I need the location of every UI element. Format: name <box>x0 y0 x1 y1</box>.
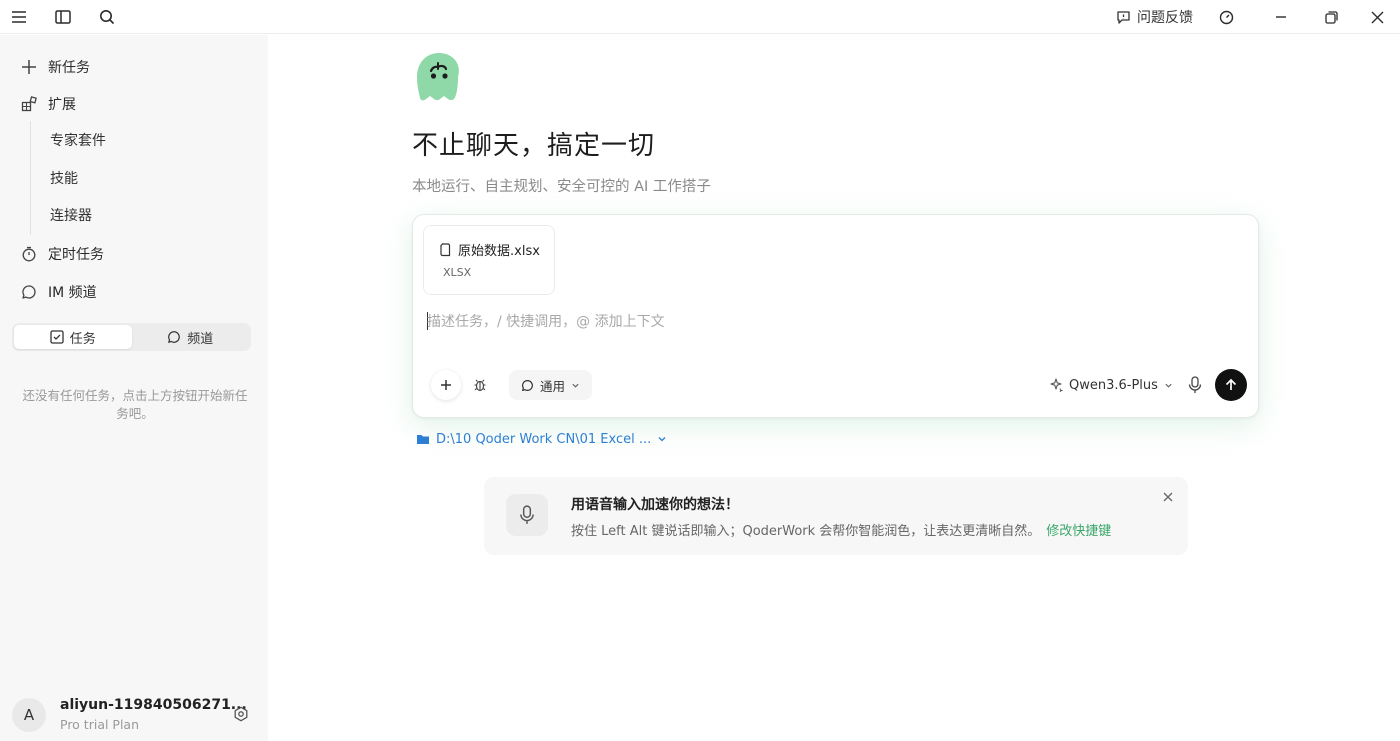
plus-icon <box>440 379 452 391</box>
task-composer: 原始数据.xlsx XLSX 通用 <box>412 214 1259 418</box>
file-icon <box>438 242 452 257</box>
chevron-down-icon <box>571 381 580 390</box>
attachment-type: XLSX <box>443 266 472 279</box>
sidebar-item-scheduled[interactable]: 定时任务 <box>20 242 104 266</box>
timer-icon <box>20 245 38 263</box>
page-subtitle: 本地运行、自主规划、安全可控的 AI 工作搭子 <box>412 179 711 195</box>
attachment-card[interactable]: 原始数据.xlsx XLSX <box>423 225 555 295</box>
tip-title: 用语音输入加速你的想法！ <box>571 497 739 513</box>
sidebar-item-connectors[interactable]: 连接器 <box>50 205 92 227</box>
add-button[interactable] <box>431 370 461 400</box>
user-name: aliyun-119840506271... <box>60 697 247 713</box>
sidebar-tab-switch: 任务 频道 <box>12 323 251 351</box>
checkbox-icon <box>50 330 64 344</box>
model-selector[interactable]: Qwen3.6-Plus <box>1049 373 1173 397</box>
title-bar: 问题反馈 <box>0 0 1400 34</box>
sidebar: 新任务 扩展 专家套件 技能 连接器 定时任务 IM 频道 任务 频道 还没有任… <box>0 35 268 741</box>
attachment-name-row: 原始数据.xlsx <box>438 240 540 259</box>
sidebar-item-new-task[interactable]: 新任务 <box>20 55 90 79</box>
tip-body-row: 按住 Left Alt 键说话即输入；QoderWork 会帮你智能润色，让表达… <box>571 520 1111 539</box>
send-button[interactable] <box>1215 369 1247 401</box>
minimize-icon[interactable] <box>1258 0 1304 34</box>
sparkle-icon <box>1049 378 1063 392</box>
mode-selector[interactable]: 通用 <box>509 370 593 400</box>
sidebar-item-extensions[interactable]: 扩展 <box>20 92 76 116</box>
sidebar-item-im-channel[interactable]: IM 频道 <box>20 280 97 304</box>
sidebar-item-label: IM 频道 <box>48 285 97 301</box>
chevron-down-icon <box>657 434 667 444</box>
chevron-down-icon <box>1164 381 1173 390</box>
tab-label: 频道 <box>187 331 214 347</box>
sidebar-item-expert-kit[interactable]: 专家套件 <box>50 130 106 152</box>
tab-channels[interactable]: 频道 <box>132 325 250 349</box>
sidebar-item-skills[interactable]: 技能 <box>50 168 78 190</box>
change-shortcut-link[interactable]: 修改快捷键 <box>1046 524 1111 539</box>
voice-input-button[interactable] <box>1183 373 1207 397</box>
extension-icon <box>20 95 38 113</box>
plus-icon <box>20 58 38 76</box>
tip-body: 按住 Left Alt 键说话即输入；QoderWork 会帮你智能润色，让表达… <box>571 524 1041 539</box>
microphone-icon <box>506 494 548 536</box>
mode-label: 通用 <box>540 378 566 394</box>
feedback-button[interactable]: 问题反馈 <box>1116 6 1193 28</box>
user-profile[interactable]: A aliyun-119840506271... Pro trial Plan <box>12 695 262 735</box>
search-icon[interactable] <box>95 5 119 29</box>
debug-button[interactable] <box>465 370 495 400</box>
gauge-icon[interactable] <box>1214 5 1238 29</box>
user-plan: Pro trial Plan <box>60 717 140 732</box>
chat-icon <box>521 379 534 392</box>
workspace-path-selector[interactable]: D:\10 Qoder Work CN\01 Excel ... <box>416 429 667 449</box>
model-label: Qwen3.6-Plus <box>1069 377 1158 393</box>
sidebar-item-label: 新任务 <box>48 60 90 76</box>
voice-input-tip: 用语音输入加速你的想法！ 按住 Left Alt 键说话即输入；QoderWor… <box>484 477 1188 555</box>
feedback-icon <box>1116 10 1131 25</box>
arrow-up-icon <box>1224 378 1238 392</box>
tab-tasks[interactable]: 任务 <box>14 325 132 349</box>
close-icon[interactable] <box>1160 489 1176 505</box>
restore-icon[interactable] <box>1308 0 1354 34</box>
tab-label: 任务 <box>69 331 96 347</box>
bug-icon <box>473 378 487 392</box>
close-icon[interactable] <box>1354 0 1400 34</box>
sidebar-toggle-icon[interactable] <box>51 5 75 29</box>
attachment-name: 原始数据.xlsx <box>458 244 540 259</box>
settings-icon[interactable] <box>232 705 250 723</box>
page-title: 不止聊天，搞定一切 <box>412 131 656 161</box>
task-input[interactable] <box>427 311 1227 333</box>
empty-tasks-hint: 还没有任何任务，点击上方按钮开始新任务吧。 <box>22 388 248 421</box>
folder-icon <box>416 433 430 445</box>
sidebar-item-label: 定时任务 <box>48 247 104 263</box>
app-logo <box>414 51 464 103</box>
feedback-label: 问题反馈 <box>1137 10 1193 26</box>
avatar[interactable]: A <box>12 698 46 732</box>
sidebar-item-label: 扩展 <box>48 97 76 113</box>
menu-icon[interactable] <box>7 5 31 29</box>
chat-icon <box>167 330 181 344</box>
microphone-icon <box>1188 376 1202 394</box>
workspace-path: D:\10 Qoder Work CN\01 Excel ... <box>436 431 652 447</box>
submenu-guide <box>30 121 31 235</box>
chat-icon <box>20 283 38 301</box>
main-content: 不止聊天，搞定一切 本地运行、自主规划、安全可控的 AI 工作搭子 原始数据.x… <box>268 35 1400 741</box>
